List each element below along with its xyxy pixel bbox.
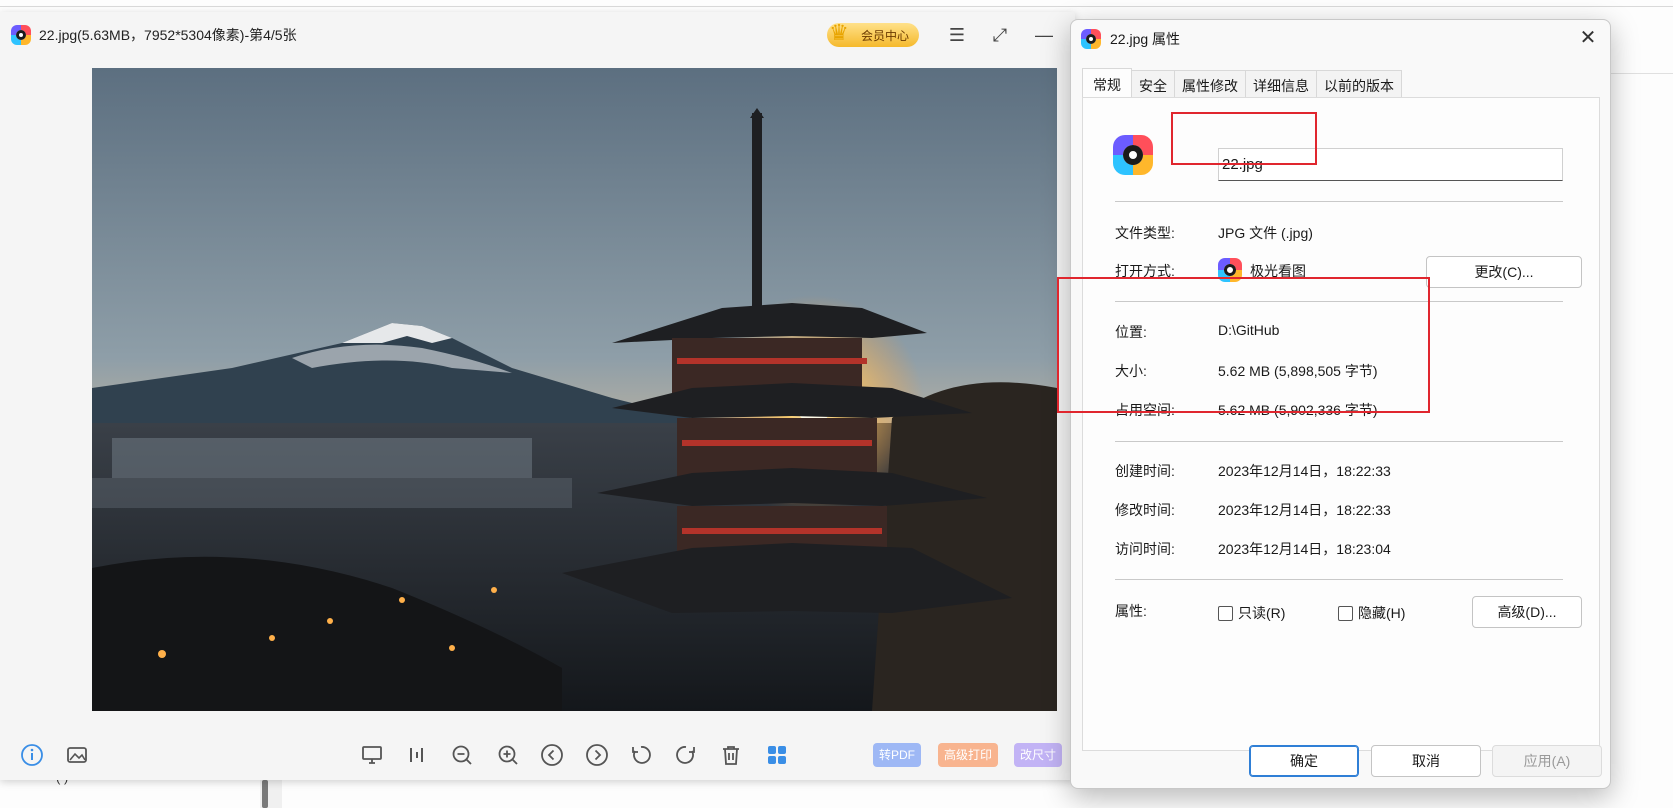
background-scrollbar-thumb[interactable]	[262, 780, 268, 808]
rotate-left-icon[interactable]	[627, 741, 655, 769]
dialog-title: 22.jpg 属性	[1110, 31, 1181, 47]
general-tab-panel: 文件类型: JPG 文件 (.jpg) 打开方式: 极光看图 更改(C)... …	[1082, 97, 1600, 751]
file-type-label: 文件类型:	[1115, 225, 1175, 241]
resize-button[interactable]: 改尺寸	[1014, 743, 1063, 767]
cancel-button[interactable]: 取消	[1371, 745, 1481, 777]
apps-grid-icon[interactable]	[763, 741, 791, 769]
info-icon[interactable]	[18, 741, 46, 769]
readonly-label: 只读(R)	[1238, 605, 1286, 621]
dialog-titlebar: 22.jpg 属性 ✕	[1071, 20, 1610, 58]
zoom-out-icon[interactable]	[448, 741, 476, 769]
tab-previous-versions[interactable]: 以前的版本	[1316, 70, 1402, 98]
file-type-value: JPG 文件 (.jpg)	[1218, 225, 1313, 241]
gallery-icon[interactable]	[63, 741, 91, 769]
image-viewer-window: 22.jpg(5.63MB，7952*5304像素)-第4/5张 ♛ 会员中心 …	[0, 12, 1075, 780]
file-type-icon	[1113, 135, 1153, 175]
menu-icon[interactable]: ☰	[944, 22, 970, 48]
tab-property-edit[interactable]: 属性修改	[1174, 70, 1246, 98]
previous-icon[interactable]	[538, 741, 566, 769]
photo-display[interactable]	[92, 68, 1057, 711]
created-value: 2023年12月14日，18:22:33	[1218, 463, 1391, 479]
change-button[interactable]: 更改(C)...	[1426, 256, 1582, 288]
zoom-in-icon[interactable]	[494, 741, 522, 769]
vip-center-label: 会员中心	[860, 28, 909, 43]
background-panel	[1610, 6, 1673, 74]
modified-label: 修改时间:	[1115, 502, 1175, 518]
accessed-label: 访问时间:	[1115, 541, 1175, 557]
crown-icon: ♛	[829, 20, 849, 45]
close-icon[interactable]: ✕	[1576, 27, 1600, 51]
divider	[1115, 579, 1563, 580]
app-logo-icon	[11, 25, 31, 45]
background-divider	[0, 6, 1673, 7]
tab-general[interactable]: 常规	[1082, 68, 1132, 98]
slideshow-icon[interactable]	[358, 741, 386, 769]
pagoda-photo	[92, 68, 1057, 711]
dialog-app-icon	[1081, 29, 1101, 49]
attributes-label: 属性:	[1115, 603, 1147, 619]
location-size-highlight-box	[1057, 277, 1430, 413]
divider	[1115, 201, 1563, 202]
next-icon[interactable]	[583, 741, 611, 769]
tab-details[interactable]: 详细信息	[1245, 70, 1317, 98]
created-label: 创建时间:	[1115, 463, 1175, 479]
rotate-right-icon[interactable]	[672, 741, 700, 769]
modified-value: 2023年12月14日，18:22:33	[1218, 502, 1391, 518]
advanced-button[interactable]: 高级(D)...	[1472, 596, 1582, 628]
tab-bar: 常规 安全 属性修改 详细信息 以前的版本	[1082, 68, 1402, 98]
vip-center-button[interactable]: ♛ 会员中心	[827, 20, 919, 47]
hidden-label: 隐藏(H)	[1358, 605, 1406, 621]
tab-security[interactable]: 安全	[1131, 70, 1175, 98]
fullscreen-icon[interactable]: ⤢	[987, 22, 1013, 48]
advanced-print-button[interactable]: 高级打印	[938, 743, 999, 767]
accessed-value: 2023年12月14日，18:23:04	[1218, 541, 1391, 557]
ok-button[interactable]: 确定	[1249, 745, 1359, 777]
original-size-icon[interactable]	[403, 741, 431, 769]
checkbox-box[interactable]	[1218, 605, 1233, 621]
hidden-checkbox[interactable]: 隐藏(H)	[1338, 603, 1405, 623]
viewer-toolbar: 转PDF 高级打印 改尺寸	[0, 732, 1075, 780]
divider	[1115, 441, 1563, 442]
delete-icon[interactable]	[717, 741, 745, 769]
checkbox-box[interactable]	[1338, 605, 1353, 621]
to-pdf-button[interactable]: 转PDF	[873, 743, 922, 767]
apply-button[interactable]: 应用(A)	[1492, 745, 1602, 777]
filename-highlight-box	[1171, 112, 1317, 165]
viewer-title: 22.jpg(5.63MB，7952*5304像素)-第4/5张	[39, 27, 297, 43]
readonly-checkbox[interactable]: 只读(R)	[1218, 603, 1285, 623]
minimize-icon[interactable]: —	[1031, 22, 1057, 48]
